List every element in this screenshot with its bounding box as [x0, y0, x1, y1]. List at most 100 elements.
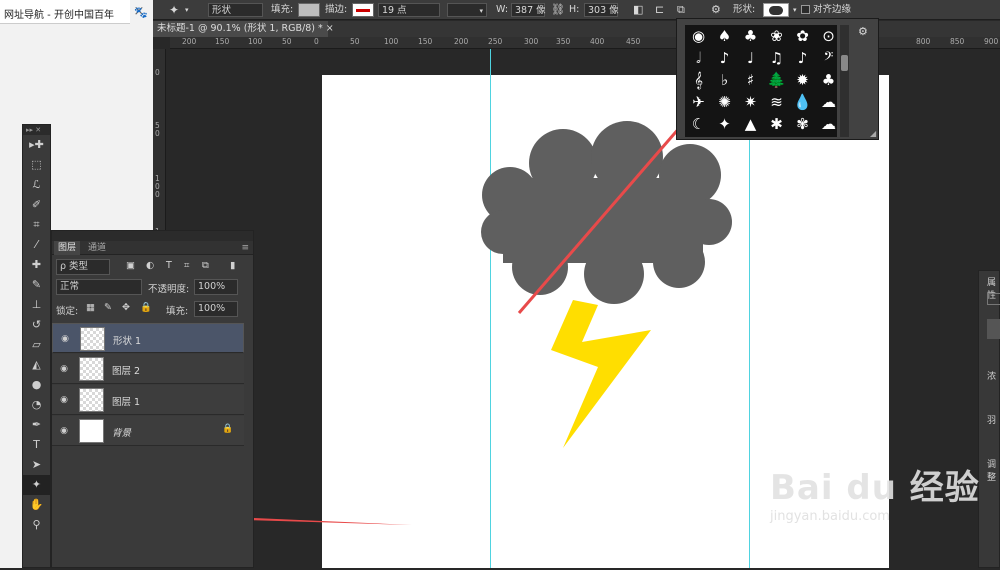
shape-preset-cell[interactable]: ☁: [816, 91, 837, 113]
visibility-eye-icon[interactable]: ◉: [58, 394, 70, 406]
layer-lock-icon: 🔒: [222, 424, 234, 434]
filter-image-icon[interactable]: ▣: [126, 260, 135, 271]
shape-preset-cell[interactable]: ⊙: [816, 25, 837, 47]
tools-panel: ▸▸ ✕ ▸✚ ⬚ ℒ ✐ ⌗ ⁄ ✚ ✎ ⊥ ↺ ▱ ◭ ● ◔ ✒ T ➤ ✦ ✋ ⚲: [22, 124, 51, 568]
layers-panel: 图层 通道 ≡ ρ 类型 ▣ ◐ T ⌗ ⧉ ▮ 正常 不透明度: 100% 锁…: [51, 230, 254, 568]
zoom-tool-icon[interactable]: ⚲: [23, 515, 50, 535]
shape-preset-cell[interactable]: ♪: [712, 47, 737, 69]
type-tool-icon[interactable]: T: [23, 435, 50, 455]
adjust-label: 调整: [987, 460, 997, 483]
custom-shape-picker: ◉ ♠ ♣ ❀ ✿ ⊙ 𝅗𝅥 ♪ ♩ ♫ ♪ 𝄢 𝄞 ♭ ♯ 🌲 ✹ ♣ ✈ ✺ ✷ ≋ 💧 ☁ ☾ ✦ ▲ ✱ ✾ ☁ ⚙ ◢: [676, 18, 879, 140]
shape-preset-cell[interactable]: ♪: [790, 47, 815, 69]
layer-name: 图层 1: [112, 397, 141, 408]
shape-preset-cell[interactable]: ≋: [764, 91, 789, 113]
blend-row: 正常 不透明度: 100%: [52, 279, 255, 297]
watermark-sub: jingyan.baidu.com: [770, 509, 890, 524]
dodge-tool-icon[interactable]: ◔: [23, 395, 50, 415]
shape-preset-cell[interactable]: ✷: [738, 91, 763, 113]
panel-menu-icon[interactable]: ≡: [241, 241, 249, 255]
density-label: 浓: [987, 372, 997, 382]
history-brush-tool-icon[interactable]: ↺: [23, 315, 50, 335]
shape-preset-cell[interactable]: ☁: [816, 113, 837, 135]
shape-preset-cell[interactable]: ♭: [712, 69, 737, 91]
filter-smart-icon[interactable]: ⧉: [202, 260, 209, 271]
shape-picker-scrollbar[interactable]: [840, 25, 849, 137]
marquee-tool-icon[interactable]: ⬚: [23, 155, 50, 175]
shape-preset-cell[interactable]: ✦: [712, 113, 737, 135]
shape-preset-cell[interactable]: ✾: [790, 113, 815, 135]
shape-preset-cell[interactable]: ✱: [764, 113, 789, 135]
shape-preset-cell[interactable]: ✈: [686, 91, 711, 113]
properties-mask-icon[interactable]: [987, 293, 1000, 305]
shape-preset-cell[interactable]: ◉: [686, 25, 711, 47]
shape-preset-cell[interactable]: ♠: [712, 25, 737, 47]
lock-transparent-icon[interactable]: ▦: [86, 302, 95, 313]
visibility-eye-icon[interactable]: ◉: [59, 333, 71, 345]
healing-brush-tool-icon[interactable]: ✚: [23, 255, 50, 275]
shape-preset-cell[interactable]: ✺: [712, 91, 737, 113]
fill-input[interactable]: 100%: [194, 301, 238, 317]
shape-preset-cell[interactable]: 𝅗𝅥: [686, 47, 711, 69]
quick-select-tool-icon[interactable]: ✐: [23, 195, 50, 215]
layer-row[interactable]: ◉ 图层 1: [52, 385, 244, 415]
shape-preset-cell[interactable]: ♯: [738, 69, 763, 91]
layer-name: 图层 2: [112, 366, 141, 377]
shape-preset-cell[interactable]: ♣: [816, 69, 837, 91]
shape-preset-cell[interactable]: 🌲: [764, 69, 789, 91]
shape-picker-resize-icon[interactable]: ◢: [870, 129, 876, 138]
layer-thumbnail: [79, 357, 104, 381]
lock-position-icon[interactable]: ✥: [122, 302, 130, 313]
lock-all-icon[interactable]: 🔒: [140, 302, 152, 313]
shape-preset-cell[interactable]: ❀: [764, 25, 789, 47]
layer-row[interactable]: ◉ 图层 2: [52, 354, 244, 384]
filter-adjust-icon[interactable]: ◐: [146, 260, 154, 271]
blend-mode-select[interactable]: 正常: [56, 279, 142, 295]
shape-preset-cell[interactable]: ✹: [790, 69, 815, 91]
tools-panel-header[interactable]: ▸▸ ✕: [23, 125, 50, 135]
layers-panel-header[interactable]: [52, 231, 253, 241]
eyedropper-tool-icon[interactable]: ⁄: [23, 235, 50, 255]
pen-tool-icon[interactable]: ✒: [23, 415, 50, 435]
lightning-shape[interactable]: [551, 300, 651, 448]
shape-preset-cell[interactable]: ✿: [790, 25, 815, 47]
properties-panel: 属性 浓 羽 调整: [978, 270, 1000, 568]
eraser-tool-icon[interactable]: ▱: [23, 335, 50, 355]
shape-preset-cell[interactable]: ♫: [764, 47, 789, 69]
hand-tool-icon[interactable]: ✋: [23, 495, 50, 515]
shape-preset-cell[interactable]: 𝄢: [816, 47, 837, 69]
shape-preset-cell[interactable]: ▲: [738, 113, 763, 135]
brush-tool-icon[interactable]: ✎: [23, 275, 50, 295]
path-select-tool-icon[interactable]: ➤: [23, 455, 50, 475]
filter-kind-select[interactable]: ρ 类型: [56, 259, 110, 275]
opacity-input[interactable]: 100%: [194, 279, 238, 295]
filter-row: ρ 类型 ▣ ◐ T ⌗ ⧉ ▮: [52, 259, 255, 277]
blur-tool-icon[interactable]: ●: [23, 375, 50, 395]
filter-type-icon[interactable]: T: [166, 260, 172, 271]
baidu-watermark: Bai du 经验 jingyan.baidu.com: [770, 460, 980, 524]
tab-channels[interactable]: 通道: [84, 241, 110, 255]
shape-picker-gear-icon[interactable]: ⚙: [858, 25, 868, 38]
layer-row[interactable]: ◉ 背景 🔒: [52, 416, 244, 446]
layer-thumbnail: [79, 388, 104, 412]
shape-preset-cell[interactable]: ♩: [738, 47, 763, 69]
shape-preset-cell[interactable]: ☾: [686, 113, 711, 135]
shape-picker-scroll-thumb[interactable]: [841, 55, 848, 71]
clone-stamp-tool-icon[interactable]: ⊥: [23, 295, 50, 315]
move-tool-icon[interactable]: ▸✚: [23, 135, 50, 155]
layers-panel-tabs: 图层 通道 ≡: [52, 241, 253, 255]
lasso-tool-icon[interactable]: ℒ: [23, 175, 50, 195]
tab-layers[interactable]: 图层: [54, 241, 81, 255]
watermark-main: Bai du 经验: [770, 468, 980, 508]
filter-shape-icon[interactable]: ⌗: [184, 260, 189, 271]
layer-row[interactable]: ◉ 形状 1: [52, 323, 244, 353]
shape-preset-cell[interactable]: ♣: [738, 25, 763, 47]
visibility-eye-icon[interactable]: ◉: [58, 425, 70, 437]
filter-toggle-icon[interactable]: ▮: [230, 260, 235, 271]
shape-preset-cell[interactable]: 𝄞: [686, 69, 711, 91]
custom-shape-tool-icon[interactable]: ✦: [23, 475, 50, 495]
crop-tool-icon[interactable]: ⌗: [23, 215, 50, 235]
shape-preset-cell[interactable]: 💧: [790, 91, 815, 113]
visibility-eye-icon[interactable]: ◉: [58, 363, 70, 375]
gradient-tool-icon[interactable]: ◭: [23, 355, 50, 375]
lock-pixels-icon[interactable]: ✎: [104, 302, 112, 313]
